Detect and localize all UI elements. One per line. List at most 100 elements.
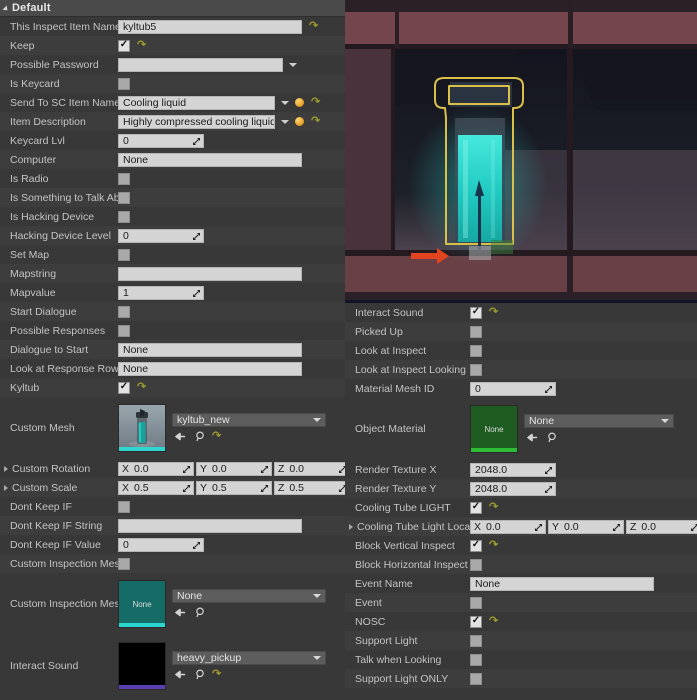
checkbox[interactable] <box>118 325 130 337</box>
checkbox[interactable]: ✓ <box>470 307 482 319</box>
expand-triangle-icon[interactable] <box>4 485 8 491</box>
drag-handle-icon[interactable] <box>690 523 697 531</box>
expand-triangle-icon[interactable] <box>4 466 8 472</box>
browse-icon[interactable] <box>174 669 186 681</box>
asset-picker-inspection-mesh[interactable]: None None <box>118 580 326 628</box>
checkbox[interactable] <box>470 345 482 357</box>
number-input[interactable]: 2048.0 <box>470 482 556 496</box>
asset-thumbnail-none[interactable]: None <box>470 405 518 453</box>
search-icon[interactable] <box>194 669 206 681</box>
reset-icon[interactable]: ↶ <box>212 431 221 442</box>
drag-handle-icon[interactable] <box>534 523 542 531</box>
binding-dot-icon[interactable] <box>295 117 304 126</box>
chevron-down-icon[interactable] <box>313 594 321 598</box>
number-input[interactable]: 2048.0 <box>470 463 556 477</box>
reset-icon[interactable]: ↶ <box>137 382 146 393</box>
vector-field-y[interactable]: Y0.0 <box>548 520 624 534</box>
asset-dropdown[interactable]: None <box>524 414 674 428</box>
text-input[interactable]: kyltub5 <box>118 20 302 34</box>
reset-icon[interactable]: ↶ <box>311 97 320 108</box>
checkbox[interactable] <box>470 364 482 376</box>
text-input[interactable]: None <box>118 343 302 357</box>
drag-handle-icon[interactable] <box>192 289 200 297</box>
number-input[interactable]: 0 <box>118 538 204 552</box>
chevron-down-icon[interactable] <box>281 101 289 105</box>
checkbox[interactable] <box>118 558 130 570</box>
vector-field-x[interactable]: X0.0 <box>470 520 546 534</box>
chevron-down-icon[interactable] <box>661 419 669 423</box>
drag-handle-icon[interactable] <box>338 465 345 473</box>
checkbox[interactable]: ✓ <box>118 382 130 394</box>
combo-input[interactable]: Cooling liquid <box>118 96 275 110</box>
search-icon[interactable] <box>546 432 558 444</box>
checkbox[interactable] <box>470 597 482 609</box>
drag-handle-icon[interactable] <box>544 485 552 493</box>
chevron-down-icon[interactable] <box>313 418 321 422</box>
number-input[interactable]: 0 <box>470 382 556 396</box>
checkbox[interactable] <box>118 306 130 318</box>
checkbox[interactable] <box>118 173 130 185</box>
vector-field-x[interactable]: X0.5 <box>118 481 194 495</box>
checkbox[interactable] <box>470 673 482 685</box>
text-input[interactable]: None <box>118 362 302 376</box>
checkbox[interactable]: ✓ <box>470 540 482 552</box>
drag-handle-icon[interactable] <box>612 523 620 531</box>
reset-icon[interactable]: ↶ <box>309 21 318 32</box>
reset-icon[interactable]: ↶ <box>489 307 498 318</box>
checkbox[interactable] <box>118 78 130 90</box>
search-icon[interactable] <box>194 607 206 619</box>
combo-input[interactable]: Highly compressed cooling liquid. <box>118 115 275 129</box>
checkbox[interactable] <box>470 326 482 338</box>
checkbox[interactable] <box>470 635 482 647</box>
drag-handle-icon[interactable] <box>260 465 268 473</box>
chevron-down-icon[interactable] <box>281 120 289 124</box>
checkbox[interactable] <box>118 211 130 223</box>
vector-field-x[interactable]: X0.0 <box>118 462 194 476</box>
drag-handle-icon[interactable] <box>192 137 200 145</box>
chevron-down-icon[interactable] <box>289 63 297 67</box>
number-input[interactable]: 0 <box>118 134 204 148</box>
checkbox[interactable] <box>470 559 482 571</box>
asset-dropdown[interactable]: heavy_pickup <box>172 651 326 665</box>
browse-icon[interactable] <box>174 431 186 443</box>
asset-picker-interact-sound[interactable]: heavy_pickup ↶ <box>118 642 326 690</box>
checkbox[interactable] <box>118 501 130 513</box>
drag-handle-icon[interactable] <box>338 484 345 492</box>
text-input[interactable] <box>118 267 302 281</box>
reset-icon[interactable]: ↶ <box>489 616 498 627</box>
combo-input[interactable] <box>118 58 283 72</box>
binding-dot-icon[interactable] <box>295 98 304 107</box>
number-input[interactable]: 1 <box>118 286 204 300</box>
asset-dropdown[interactable]: kyltub_new <box>172 413 326 427</box>
vector-field-z[interactable]: Z0.0 <box>274 462 345 476</box>
reset-icon[interactable]: ↶ <box>489 540 498 551</box>
reset-icon[interactable]: ↶ <box>212 669 221 680</box>
viewport-3d-preview[interactable] <box>345 0 697 300</box>
drag-handle-icon[interactable] <box>544 466 552 474</box>
category-header-default[interactable]: Default <box>0 0 345 17</box>
asset-thumbnail-sound[interactable] <box>118 642 166 690</box>
drag-handle-icon[interactable] <box>192 541 200 549</box>
text-input[interactable] <box>118 519 302 533</box>
browse-icon[interactable] <box>526 432 538 444</box>
chevron-down-icon[interactable] <box>313 656 321 660</box>
search-icon[interactable] <box>194 431 206 443</box>
drag-handle-icon[interactable] <box>182 484 190 492</box>
vector-field-z[interactable]: Z0.0 <box>626 520 697 534</box>
checkbox[interactable] <box>470 654 482 666</box>
collapse-triangle-icon[interactable] <box>2 5 9 12</box>
asset-thumbnail-none[interactable]: None <box>118 580 166 628</box>
asset-picker-custom-mesh[interactable]: kyltub_new ↶ <box>118 404 326 452</box>
vector-field-y[interactable]: Y0.5 <box>196 481 272 495</box>
checkbox[interactable]: ✓ <box>470 502 482 514</box>
browse-icon[interactable] <box>174 607 186 619</box>
number-input[interactable]: 0 <box>118 229 204 243</box>
expand-triangle-icon[interactable] <box>349 524 353 530</box>
reset-icon[interactable]: ↶ <box>311 116 320 127</box>
checkbox[interactable] <box>118 192 130 204</box>
vector-field-y[interactable]: Y0.0 <box>196 462 272 476</box>
text-input[interactable]: None <box>118 153 302 167</box>
asset-picker-object-material[interactable]: None None <box>470 405 674 453</box>
vector-field-z[interactable]: Z0.5 <box>274 481 345 495</box>
text-input[interactable]: None <box>470 577 654 591</box>
